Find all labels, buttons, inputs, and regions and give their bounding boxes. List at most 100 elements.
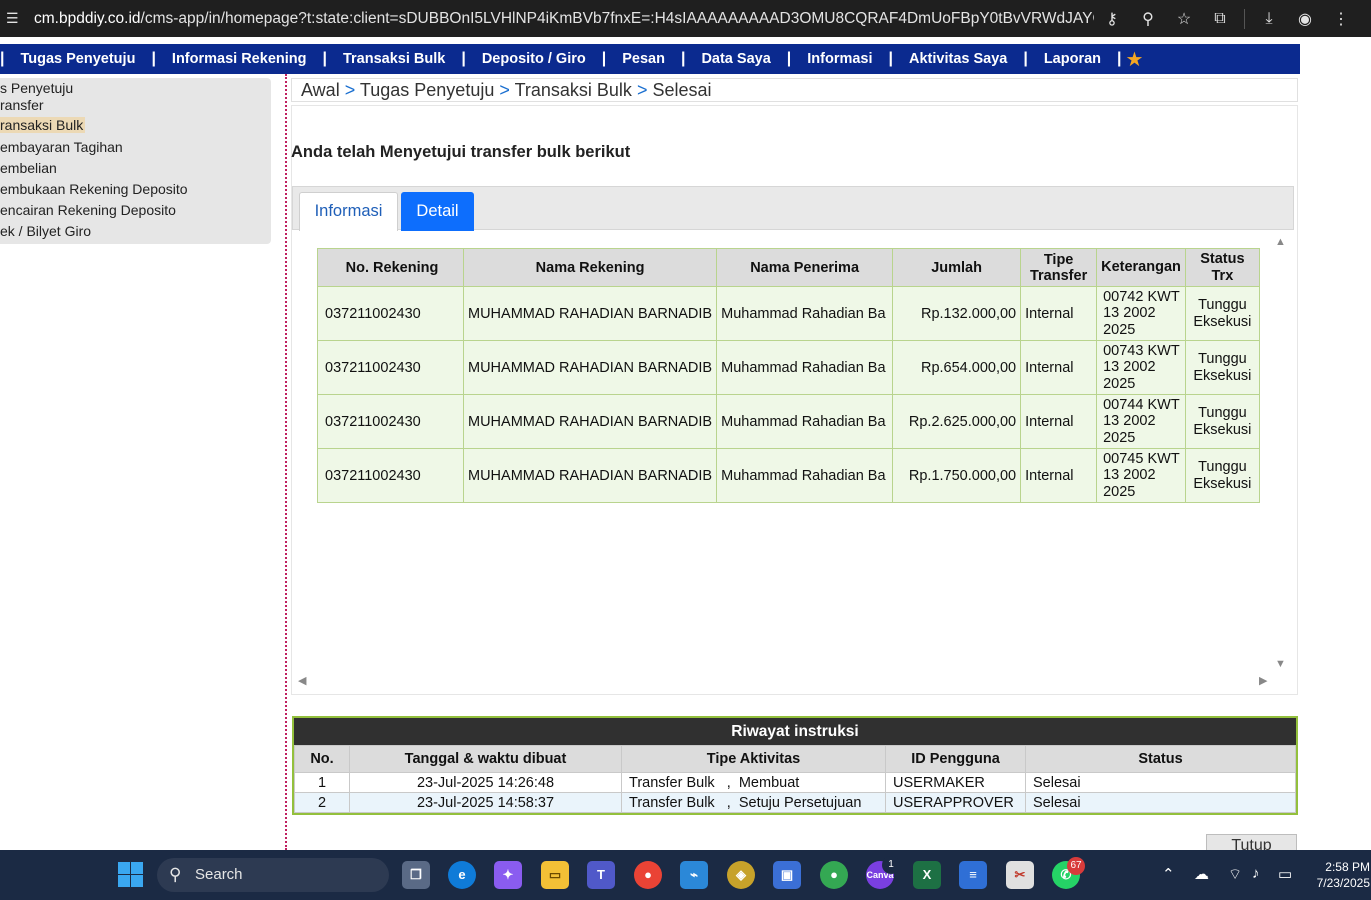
- breadcrumb-transaksi-bulk[interactable]: Transaksi Bulk: [515, 80, 632, 100]
- scroll-left-arrow-icon[interactable]: ◀: [298, 674, 306, 687]
- cell-nama-rekening: MUHAMMAD RAHADIAN BARNADIB: [462, 394, 718, 449]
- sidebar-divider: [285, 74, 287, 850]
- nav-separator: |: [1117, 50, 1122, 67]
- cell-keterangan: 00745 KWT 13 2002 2025: [1096, 448, 1186, 503]
- chrome-icon[interactable]: ●: [634, 861, 662, 889]
- sidebar-item-transfer[interactable]: ransfer: [0, 97, 44, 113]
- cell-no: 2: [294, 792, 350, 813]
- taskbar-clock[interactable]: 2:58 PM 7/23/2025: [1312, 859, 1370, 891]
- cast-icon[interactable]: ⌁: [680, 861, 708, 889]
- bookmark-star-icon[interactable]: ☆: [1166, 9, 1202, 29]
- download-icon[interactable]: ⤓: [1251, 10, 1287, 28]
- cell-tipe-aktivitas: Transfer Bulk , Setuju Persetujuan: [621, 792, 886, 813]
- breadcrumb-awal[interactable]: Awal: [301, 80, 340, 100]
- cell-nama-penerima: Muhammad Rahadian Ba: [716, 286, 894, 341]
- profile-avatar-icon[interactable]: ◉: [1287, 9, 1323, 29]
- browser-address-bar: ☰ cm.bpddiy.co.id/cms-app/in/homepage?t:…: [0, 0, 1371, 37]
- battery-icon[interactable]: ▭: [1278, 865, 1292, 883]
- cell-tipe-transfer: Internal: [1020, 448, 1098, 503]
- cell-status-trx: Tunggu Eksekusi: [1184, 394, 1260, 449]
- breadcrumb-tugas-penyetuju[interactable]: Tugas Penyetuju: [360, 80, 494, 100]
- remote-desktop-icon[interactable]: ▣: [773, 861, 801, 889]
- show-hidden-icons-icon[interactable]: ⌃: [1162, 865, 1175, 883]
- excel-icon[interactable]: X: [913, 861, 941, 889]
- zoom-icon[interactable]: ⚲: [1130, 9, 1166, 29]
- sidebar-item-transaksi-bulk[interactable]: ransaksi Bulk: [0, 117, 86, 133]
- app-emblem-icon[interactable]: ◈: [727, 861, 755, 889]
- cell-no: 1: [294, 772, 350, 793]
- sidebar-item-pembayaran-tagihan[interactable]: embayaran Tagihan: [0, 139, 123, 155]
- cell-keterangan: 00742 KWT 13 2002 2025: [1096, 286, 1186, 341]
- col-header: Keterangan: [1096, 248, 1186, 287]
- snipping-tool-icon[interactable]: ✂: [1006, 861, 1034, 889]
- nav-transaksi-bulk[interactable]: Transaksi Bulk: [339, 51, 449, 67]
- nav-deposito-giro[interactable]: Deposito / Giro: [478, 51, 590, 67]
- scroll-right-arrow-icon[interactable]: ▶: [1259, 674, 1267, 687]
- table-row: 037211002430 MUHAMMAD RAHADIAN BARNADIB …: [317, 394, 1260, 449]
- nav-pesan[interactable]: Pesan: [618, 51, 669, 67]
- sidebar-item-tugas-penyetuju[interactable]: s Penyetuju: [0, 80, 73, 96]
- riwayat-table: No. Tanggal & waktu dibuat Tipe Aktivita…: [294, 745, 1296, 813]
- sidebar-item-pembelian[interactable]: embelian: [0, 160, 57, 176]
- cell-no-rekening: 037211002430: [317, 448, 464, 503]
- copilot-icon[interactable]: ✦: [494, 861, 522, 889]
- favorite-star-icon[interactable]: ★: [1126, 47, 1144, 72]
- taskbar-search[interactable]: ⚲ Search: [157, 858, 389, 892]
- nav-separator: |: [680, 50, 686, 67]
- cell-jumlah: Rp.132.000,00: [892, 286, 1022, 341]
- onedrive-icon[interactable]: ☁: [1194, 865, 1209, 883]
- site-info-icon[interactable]: ☰: [6, 10, 28, 27]
- notepad-icon[interactable]: ≡: [959, 861, 987, 889]
- cell-id-pengguna: USERMAKER: [885, 772, 1026, 793]
- windows-start-icon[interactable]: [118, 862, 143, 887]
- cell-jumlah: Rp.1.750.000,00: [892, 448, 1022, 503]
- nav-informasi[interactable]: Informasi: [803, 51, 876, 67]
- col-header: Status: [1025, 745, 1296, 773]
- tab-informasi[interactable]: Informasi: [299, 192, 398, 231]
- table-row: 1 23-Jul-2025 14:26:48 Transfer Bulk , M…: [294, 772, 1296, 793]
- cell-tipe-transfer: Internal: [1020, 286, 1098, 341]
- nav-aktivitas-saya[interactable]: Aktivitas Saya: [905, 51, 1011, 67]
- cell-nama-penerima: Muhammad Rahadian Ba: [716, 394, 894, 449]
- nav-separator: |: [888, 50, 893, 67]
- task-view-icon[interactable]: ❐: [402, 861, 430, 889]
- url-field[interactable]: cm.bpddiy.co.id/cms-app/in/homepage?t:st…: [34, 10, 1094, 28]
- edge-icon[interactable]: e: [448, 861, 476, 889]
- table-header-row: No. Tanggal & waktu dibuat Tipe Aktivita…: [294, 745, 1296, 773]
- nav-separator: |: [322, 50, 327, 67]
- tab-detail[interactable]: Detail: [401, 192, 474, 231]
- cell-status-trx: Tunggu Eksekusi: [1184, 286, 1260, 341]
- cell-no-rekening: 037211002430: [317, 394, 464, 449]
- cell-tipe-transfer: Internal: [1020, 340, 1098, 395]
- col-header: ID Pengguna: [885, 745, 1026, 773]
- file-explorer-icon[interactable]: ▭: [541, 861, 569, 889]
- teams-icon[interactable]: T: [587, 861, 615, 889]
- nav-data-saya[interactable]: Data Saya: [697, 51, 774, 67]
- taskbar: ⚲ Search ❐ e ✦ ▭ T ● ⌁ ◈ ▣ ● Canva 1 X ≡…: [0, 850, 1371, 900]
- sidebar-menu: s Penyetuju ransfer ransaksi Bulk embaya…: [0, 78, 271, 244]
- volume-icon[interactable]: ♪: [1252, 865, 1260, 882]
- sidebar-item-pembukaan-rekening-deposito[interactable]: embukaan Rekening Deposito: [0, 181, 188, 197]
- sidebar-item-pencairan-rekening-deposito[interactable]: encairan Rekening Deposito: [0, 202, 176, 218]
- canva-badge: 1: [882, 856, 900, 874]
- cell-nama-rekening: MUHAMMAD RAHADIAN BARNADIB: [462, 286, 718, 341]
- cell-status: Selesai: [1025, 792, 1296, 813]
- detail-table: No. Rekening Nama Rekening Nama Penerima…: [317, 248, 1260, 503]
- extensions-icon[interactable]: ⧉: [1202, 10, 1238, 28]
- nav-laporan[interactable]: Laporan: [1040, 51, 1105, 67]
- nav-informasi-rekening[interactable]: Informasi Rekening: [168, 51, 311, 67]
- breadcrumb-separator: >: [344, 80, 356, 100]
- scroll-up-arrow-icon[interactable]: ▲: [1275, 236, 1286, 248]
- search-placeholder: Search: [195, 866, 243, 883]
- sidebar-item-cek-bilyet-giro[interactable]: ek / Bilyet Giro: [0, 223, 91, 239]
- chrome-profile-icon[interactable]: ●: [820, 861, 848, 889]
- wifi-icon[interactable]: ⌔: [1228, 865, 1242, 884]
- table-row: 037211002430 MUHAMMAD RAHADIAN BARNADIB …: [317, 286, 1260, 341]
- breadcrumb-separator: >: [499, 80, 510, 100]
- password-key-icon[interactable]: ⚷: [1094, 9, 1130, 29]
- nav-tugas-penyetuju[interactable]: Tugas Penyetuju: [16, 51, 139, 67]
- table-row: 037211002430 MUHAMMAD RAHADIAN BARNADIB …: [317, 340, 1260, 395]
- scroll-down-arrow-icon[interactable]: ▼: [1275, 658, 1286, 670]
- browser-menu-icon[interactable]: ⋮: [1323, 9, 1359, 29]
- cell-status-trx: Tunggu Eksekusi: [1184, 448, 1260, 503]
